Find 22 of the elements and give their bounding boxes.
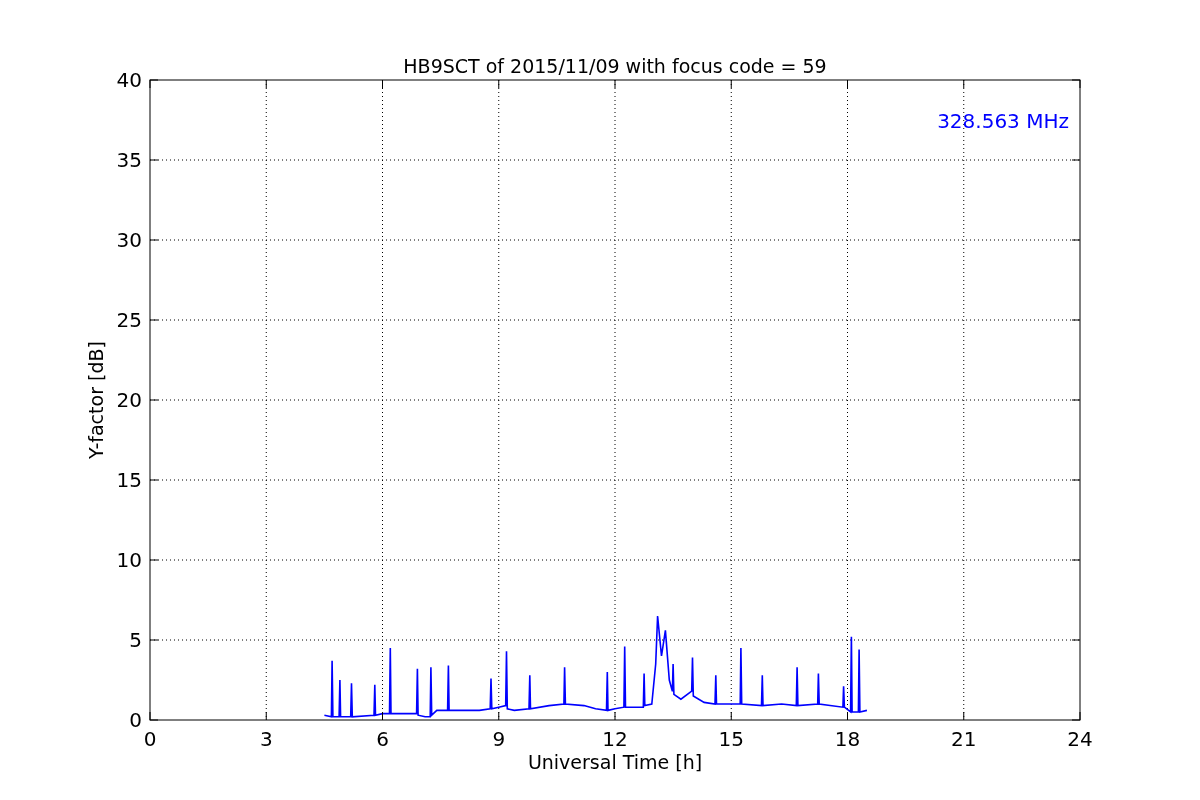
tick-label: 30: [116, 228, 142, 252]
tick-label: 10: [116, 548, 142, 572]
tick-label: 40: [116, 68, 142, 92]
tick-label: 18: [834, 727, 861, 751]
tick-label: 0: [129, 708, 142, 732]
tick-label: 15: [718, 727, 744, 751]
tick-label: 6: [376, 727, 389, 751]
legend-label: 328.563 MHz: [937, 109, 1069, 133]
y-axis-label: Y-factor [dB]: [85, 341, 107, 459]
x-axis-label: Universal Time [h]: [527, 751, 703, 773]
tick-label: 3: [259, 727, 273, 751]
chart-title: HB9SCT of 2015/11/09 with focus code = 59: [403, 55, 827, 77]
tick-label: 25: [116, 308, 142, 332]
tick-label: 15: [116, 468, 142, 492]
tick-label: 12: [602, 727, 628, 751]
tick-label: 24: [1067, 727, 1093, 751]
tick-label: 20: [116, 388, 142, 412]
tick-label: 9: [492, 727, 506, 751]
tick-label: 5: [129, 628, 142, 652]
tick-label: 0: [143, 727, 157, 751]
tick-label: 21: [951, 727, 977, 751]
tick-label: 35: [116, 148, 142, 172]
